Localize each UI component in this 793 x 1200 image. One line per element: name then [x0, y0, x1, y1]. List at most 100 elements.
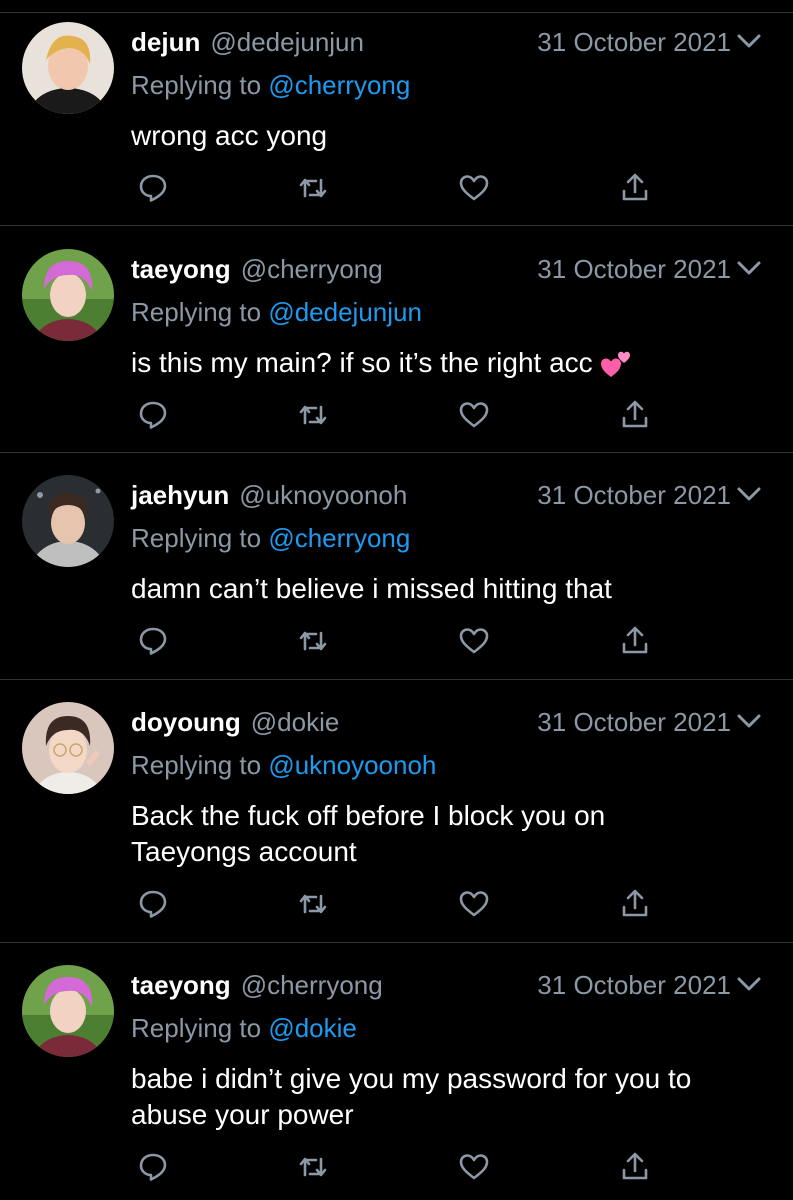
tweet-divider	[0, 942, 793, 943]
reply-icon	[139, 627, 167, 655]
share-button[interactable]	[615, 395, 655, 435]
replying-prefix: Replying to	[131, 1013, 262, 1043]
avatar[interactable]	[22, 702, 114, 794]
reply-button[interactable]	[133, 884, 173, 924]
like-button[interactable]	[454, 884, 494, 924]
tweet-text: is this my main? if so it’s the right ac…	[131, 345, 733, 381]
share-icon	[622, 1152, 648, 1180]
reply-button[interactable]	[133, 1147, 173, 1187]
avatar[interactable]	[22, 22, 114, 114]
retweet-button[interactable]	[293, 395, 333, 435]
tweet-text-content: Back the fuck off before I block you on …	[131, 800, 606, 867]
like-button[interactable]	[454, 1147, 494, 1187]
reply-icon	[139, 401, 167, 429]
chevron-down-icon[interactable]	[735, 710, 763, 734]
share-icon	[622, 173, 648, 201]
mention-link[interactable]: @cherryong	[268, 523, 410, 553]
chevron-down-icon[interactable]	[735, 30, 763, 54]
chevron-down-icon[interactable]	[735, 973, 763, 997]
action-bar	[131, 395, 651, 435]
tweet[interactable]: jaehyun @uknoyoonoh 31 October 2021 Repl…	[0, 467, 793, 679]
replying-prefix: Replying to	[131, 523, 262, 553]
tweet-text-content: wrong acc yong	[131, 120, 328, 151]
retweet-icon	[299, 178, 327, 198]
tweet-date[interactable]: 31 October 2021	[537, 480, 731, 511]
retweet-button[interactable]	[293, 621, 333, 661]
display-name[interactable]: taeyong	[131, 970, 231, 1001]
like-button[interactable]	[454, 168, 494, 208]
like-icon	[459, 402, 489, 428]
user-handle[interactable]: @dokie	[251, 707, 340, 738]
retweet-icon	[299, 1157, 327, 1177]
retweet-icon	[299, 405, 327, 425]
avatar[interactable]	[22, 965, 114, 1057]
mention-link[interactable]: @dokie	[268, 1013, 357, 1043]
reply-button[interactable]	[133, 395, 173, 435]
like-button[interactable]	[454, 395, 494, 435]
user-handle[interactable]: @cherryong	[241, 254, 383, 285]
tweet-date[interactable]: 31 October 2021	[537, 970, 731, 1001]
tweet-date[interactable]: 31 October 2021	[537, 27, 731, 58]
display-name[interactable]: doyoung	[131, 707, 241, 738]
avatar[interactable]	[22, 475, 114, 567]
avatar[interactable]	[22, 249, 114, 341]
tweet-text: wrong acc yong	[131, 118, 733, 154]
display-name[interactable]: taeyong	[131, 254, 231, 285]
tweet[interactable]: taeyong @cherryong 31 October 2021 Reply…	[0, 957, 793, 1200]
like-icon	[459, 891, 489, 917]
user-handle[interactable]: @cherryong	[241, 970, 383, 1001]
mention-link[interactable]: @uknoyoonoh	[268, 750, 436, 780]
tweet-divider	[0, 452, 793, 453]
tweet-header: taeyong @cherryong 31 October 2021	[131, 249, 763, 289]
replying-prefix: Replying to	[131, 750, 262, 780]
retweet-button[interactable]	[293, 168, 333, 208]
share-icon	[622, 626, 648, 654]
action-bar	[131, 621, 651, 661]
tweet[interactable]: doyoung @dokie 31 October 2021 Replying …	[0, 694, 793, 942]
replying-prefix: Replying to	[131, 70, 262, 100]
retweet-button[interactable]	[293, 1147, 333, 1187]
tweet-text-content: is this my main? if so it’s the right ac…	[131, 347, 593, 378]
tweet-header: jaehyun @uknoyoonoh 31 October 2021	[131, 475, 763, 515]
replying-to: Replying to @dokie	[131, 1013, 357, 1044]
user-handle[interactable]: @dedejunjun	[210, 27, 364, 58]
display-name[interactable]: dejun	[131, 27, 200, 58]
tweet-text-content: damn can’t believe i missed hitting that	[131, 573, 612, 604]
tweet[interactable]: dejun @dedejunjun 31 October 2021 Replyi…	[0, 14, 793, 226]
retweet-button[interactable]	[293, 884, 333, 924]
tweet-text: Back the fuck off before I block you on …	[131, 798, 673, 870]
share-icon	[622, 400, 648, 428]
share-button[interactable]	[615, 1147, 655, 1187]
retweet-icon	[299, 631, 327, 651]
display-name[interactable]: jaehyun	[131, 480, 229, 511]
action-bar	[131, 168, 651, 208]
tweet-header: taeyong @cherryong 31 October 2021	[131, 965, 763, 1005]
like-icon	[459, 1154, 489, 1180]
share-icon	[622, 889, 648, 917]
reply-button[interactable]	[133, 621, 173, 661]
tweet-date[interactable]: 31 October 2021	[537, 254, 731, 285]
retweet-icon	[299, 894, 327, 914]
user-handle[interactable]: @uknoyoonoh	[239, 480, 407, 511]
replying-to: Replying to @cherryong	[131, 523, 410, 554]
reply-button[interactable]	[133, 168, 173, 208]
chevron-down-icon[interactable]	[735, 483, 763, 507]
like-button[interactable]	[454, 621, 494, 661]
like-icon	[459, 175, 489, 201]
share-button[interactable]	[615, 621, 655, 661]
tweet-divider	[0, 679, 793, 680]
tweet-date[interactable]: 31 October 2021	[537, 707, 731, 738]
tweet-header: dejun @dedejunjun 31 October 2021	[131, 22, 763, 62]
mention-link[interactable]: @dedejunjun	[268, 297, 422, 327]
share-button[interactable]	[615, 884, 655, 924]
tweet-header: doyoung @dokie 31 October 2021	[131, 702, 763, 742]
tweet-text: damn can’t believe i missed hitting that	[131, 571, 733, 607]
tweet-text: babe i didn’t give you my password for y…	[131, 1061, 763, 1133]
action-bar	[131, 1147, 651, 1187]
mention-link[interactable]: @cherryong	[268, 70, 410, 100]
tweet[interactable]: taeyong @cherryong 31 October 2021 Reply…	[0, 241, 793, 453]
chevron-down-icon[interactable]	[735, 257, 763, 281]
share-button[interactable]	[615, 168, 655, 208]
tweet-text-content: babe i didn’t give you my password for y…	[131, 1063, 692, 1130]
tweet-divider	[0, 225, 793, 226]
